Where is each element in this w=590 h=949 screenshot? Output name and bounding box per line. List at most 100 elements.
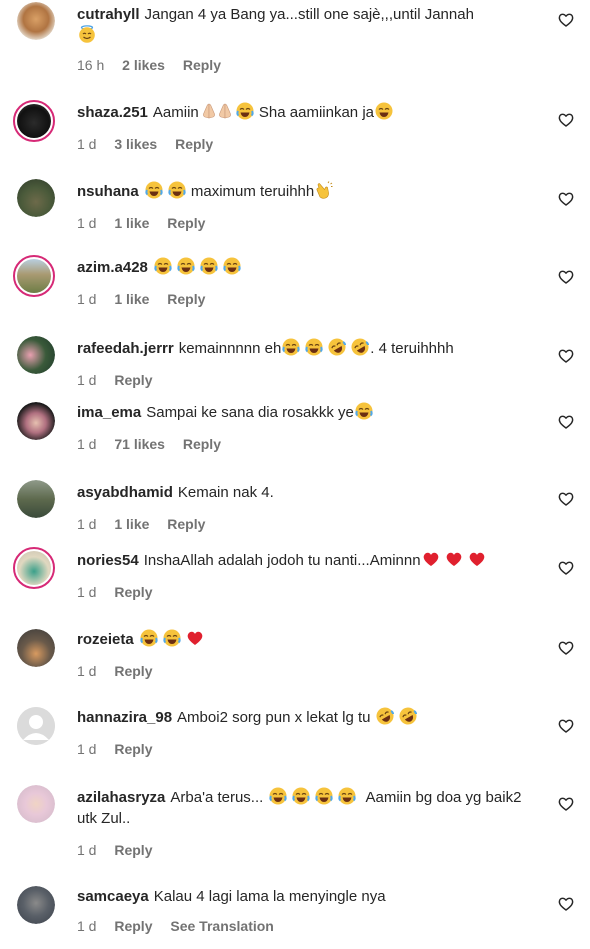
comment-likes[interactable]: 1 like <box>114 291 149 307</box>
comment-time: 1 d <box>77 372 97 388</box>
comment-time: 1 d <box>77 436 97 452</box>
see-translation-button[interactable]: See Translation <box>170 918 273 934</box>
comment-username[interactable]: azilahasryza <box>77 789 165 806</box>
comment-likes[interactable]: 3 likes <box>114 136 157 152</box>
reply-button[interactable]: Reply <box>114 663 152 679</box>
avatar[interactable] <box>17 886 55 924</box>
comment-likes[interactable]: 1 like <box>114 516 149 532</box>
comment-username[interactable]: rozeieta <box>77 631 134 648</box>
comment-text: Amboi2 sorg pun x lekat lg tu <box>177 709 371 726</box>
avatar[interactable] <box>17 480 55 518</box>
reply-button[interactable]: Reply <box>183 436 221 452</box>
avatar[interactable] <box>13 100 55 142</box>
comment-username[interactable]: ima_ema <box>77 404 141 421</box>
comment-likes[interactable]: 71 likes <box>114 436 165 452</box>
heart-outline-icon[interactable] <box>558 640 574 656</box>
reply-button[interactable]: Reply <box>114 741 152 757</box>
comment-time: 1 d <box>77 215 97 231</box>
grinning-face-emoji-icon <box>375 102 393 120</box>
comment-text: Kemain nak 4. <box>177 484 274 501</box>
smiling-face-with-halo-emoji-icon <box>78 25 96 43</box>
comment-username[interactable]: cutrahyll <box>77 6 140 23</box>
face-with-tears-of-joy-emoji-icon <box>139 629 158 647</box>
comment-text-continued: Sha aamiinkan ja <box>258 104 374 121</box>
heart-outline-icon[interactable] <box>558 896 574 912</box>
heart-outline-icon[interactable] <box>558 191 574 207</box>
reply-button[interactable]: Reply <box>114 918 152 934</box>
comment-time: 1 d <box>77 136 97 152</box>
face-with-tears-of-joy-emoji-icon <box>269 787 288 805</box>
avatar[interactable] <box>13 255 55 297</box>
comment-text: Arba'a terus... <box>170 789 264 806</box>
reply-button[interactable]: Reply <box>114 584 152 600</box>
face-with-tears-of-joy-emoji-icon <box>354 402 373 420</box>
comment-time: 16 h <box>77 57 105 73</box>
comment-time: 1 d <box>77 741 97 757</box>
face-with-tears-of-joy-emoji-icon <box>199 257 218 275</box>
comment-text: Kalau 4 lagi lama la menyingle nya <box>153 888 386 905</box>
comment-text-continued: . 4 teruihhhh <box>370 340 454 357</box>
face-with-tears-of-joy-emoji-icon <box>235 102 254 120</box>
avatar[interactable] <box>17 2 55 40</box>
avatar[interactable] <box>17 336 55 374</box>
comment-text: Sampai ke sana dia rosakkk ye <box>146 404 354 421</box>
heart-outline-icon[interactable] <box>558 414 574 430</box>
comment-text: InshaAllah adalah jodoh tu nanti...Aminn… <box>143 552 421 569</box>
heart-outline-icon[interactable] <box>558 348 574 364</box>
avatar[interactable] <box>17 707 55 745</box>
heart-outline-icon[interactable] <box>558 269 574 285</box>
comment-username[interactable]: shaza.251 <box>77 104 148 121</box>
default-avatar-icon <box>17 707 55 745</box>
comment-username[interactable]: rafeedah.jerrr <box>77 340 174 357</box>
reply-button[interactable]: Reply <box>183 57 221 73</box>
avatar[interactable] <box>17 179 55 217</box>
avatar[interactable] <box>17 402 55 440</box>
avatar[interactable] <box>17 629 55 667</box>
comment-username[interactable]: asyabdhamid <box>77 484 173 501</box>
comment-text: Aamiin <box>152 104 199 121</box>
rolling-on-floor-laughing-emoji-icon <box>351 338 370 356</box>
comment-likes[interactable]: 2 likes <box>122 57 165 73</box>
comment-text: Jangan 4 ya Bang ya...still one sajè,,,u… <box>144 6 474 23</box>
red-heart-emoji-icon <box>469 552 484 566</box>
comment-time: 1 d <box>77 842 97 858</box>
reply-button[interactable]: Reply <box>167 516 205 532</box>
folded-hands-emoji-icon <box>218 103 231 119</box>
face-with-tears-of-joy-emoji-icon <box>292 787 311 805</box>
heart-outline-icon[interactable] <box>558 796 574 812</box>
comment-likes[interactable]: 1 like <box>114 215 149 231</box>
comment-username[interactable]: azim.a428 <box>77 259 148 276</box>
face-with-tears-of-joy-emoji-icon <box>167 181 186 199</box>
face-with-tears-of-joy-emoji-icon <box>338 787 357 805</box>
red-heart-emoji-icon <box>446 552 461 566</box>
comment-username[interactable]: nsuhana <box>77 183 139 200</box>
heart-outline-icon[interactable] <box>558 491 574 507</box>
comment-text: kemainnnnn eh <box>178 340 282 357</box>
heart-outline-icon[interactable] <box>558 718 574 734</box>
comment-username[interactable]: nories54 <box>77 552 139 569</box>
reply-button[interactable]: Reply <box>167 215 205 231</box>
face-with-tears-of-joy-emoji-icon <box>176 257 195 275</box>
red-heart-emoji-icon <box>187 631 203 645</box>
comment-time: 1 d <box>77 291 97 307</box>
rolling-on-floor-laughing-emoji-icon <box>398 707 417 725</box>
heart-outline-icon[interactable] <box>558 12 574 28</box>
face-with-tears-of-joy-emoji-icon <box>222 257 241 275</box>
reply-button[interactable]: Reply <box>114 372 152 388</box>
heart-outline-icon[interactable] <box>558 560 574 576</box>
comment-time: 1 d <box>77 584 97 600</box>
face-with-tears-of-joy-emoji-icon <box>315 787 334 805</box>
reply-button[interactable]: Reply <box>114 842 152 858</box>
avatar[interactable] <box>17 785 55 823</box>
comment-text: maximum teruihhh <box>190 183 315 200</box>
reply-button[interactable]: Reply <box>175 136 213 152</box>
comment-username[interactable]: samcaeya <box>77 888 149 905</box>
reply-button[interactable]: Reply <box>167 291 205 307</box>
heart-outline-icon[interactable] <box>558 112 574 128</box>
face-with-tears-of-joy-emoji-icon <box>282 338 301 356</box>
face-with-tears-of-joy-emoji-icon <box>305 338 324 356</box>
comment-username[interactable]: hannazira_98 <box>77 709 172 726</box>
face-with-tears-of-joy-emoji-icon <box>153 257 172 275</box>
avatar[interactable] <box>13 547 55 589</box>
clapping-hands-emoji-icon <box>316 181 334 199</box>
